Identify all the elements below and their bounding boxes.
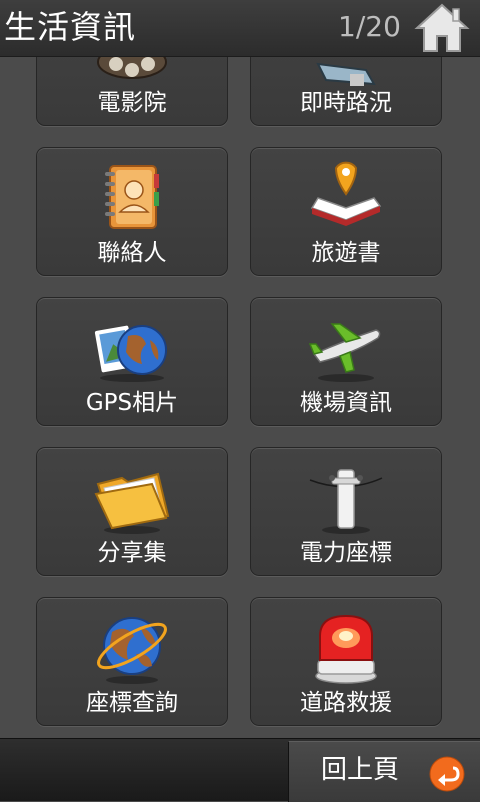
gps-photo-icon [94, 325, 167, 382]
tile-label: GPS相片 [85, 390, 179, 416]
tile-label: 即時路況 [300, 90, 392, 116]
bottom-bar: 回上頁 [0, 738, 480, 802]
tile-label: 電影院 [97, 90, 167, 116]
back-arrow-icon [429, 756, 465, 792]
back-button[interactable]: 回上頁 [288, 741, 480, 802]
tile-grid: 電影院 即時路況 聯絡人 旅遊書 GPS相片 機場資訊 分享集 電力座標 座標查… [0, 57, 480, 737]
home-icon[interactable] [413, 2, 471, 54]
tile-road-assistance[interactable]: 道路救援 [250, 597, 442, 726]
tile-label: 機場資訊 [300, 390, 392, 416]
tile-travel-book[interactable]: 旅遊書 [250, 147, 442, 276]
tile-cinema[interactable]: 電影院 [36, 57, 228, 126]
tile-label: 旅遊書 [311, 240, 381, 266]
traffic-camera-icon [316, 62, 376, 86]
tile-power-coordinates[interactable]: 電力座標 [250, 447, 442, 576]
tile-label: 聯絡人 [97, 240, 167, 266]
tile-label: 座標查詢 [86, 690, 178, 716]
tile-label: 電力座標 [300, 540, 392, 566]
tile-share[interactable]: 分享集 [36, 447, 228, 576]
page-title: 生活資訊 [4, 8, 137, 46]
page-counter: 1/20 [338, 10, 401, 43]
globe-icon [97, 617, 167, 684]
tile-contacts[interactable]: 聯絡人 [36, 147, 228, 276]
travel-book-icon [310, 161, 382, 226]
tile-gps-photo[interactable]: GPS相片 [36, 297, 228, 426]
tile-traffic[interactable]: 即時路況 [250, 57, 442, 126]
tile-label: 分享集 [97, 540, 167, 566]
title-bar: 生活資訊 1/20 [0, 0, 480, 57]
airplane-icon [308, 323, 381, 382]
contacts-book-icon [105, 165, 159, 229]
tile-airport-info[interactable]: 機場資訊 [250, 297, 442, 426]
utility-pole-icon [309, 469, 383, 534]
film-reel-icon [97, 57, 167, 79]
tile-coordinate-lookup[interactable]: 座標查詢 [36, 597, 228, 726]
tile-label: 道路救援 [300, 690, 392, 716]
siren-icon [315, 614, 377, 684]
back-button-label: 回上頁 [321, 755, 400, 785]
folder-icon [94, 472, 170, 534]
